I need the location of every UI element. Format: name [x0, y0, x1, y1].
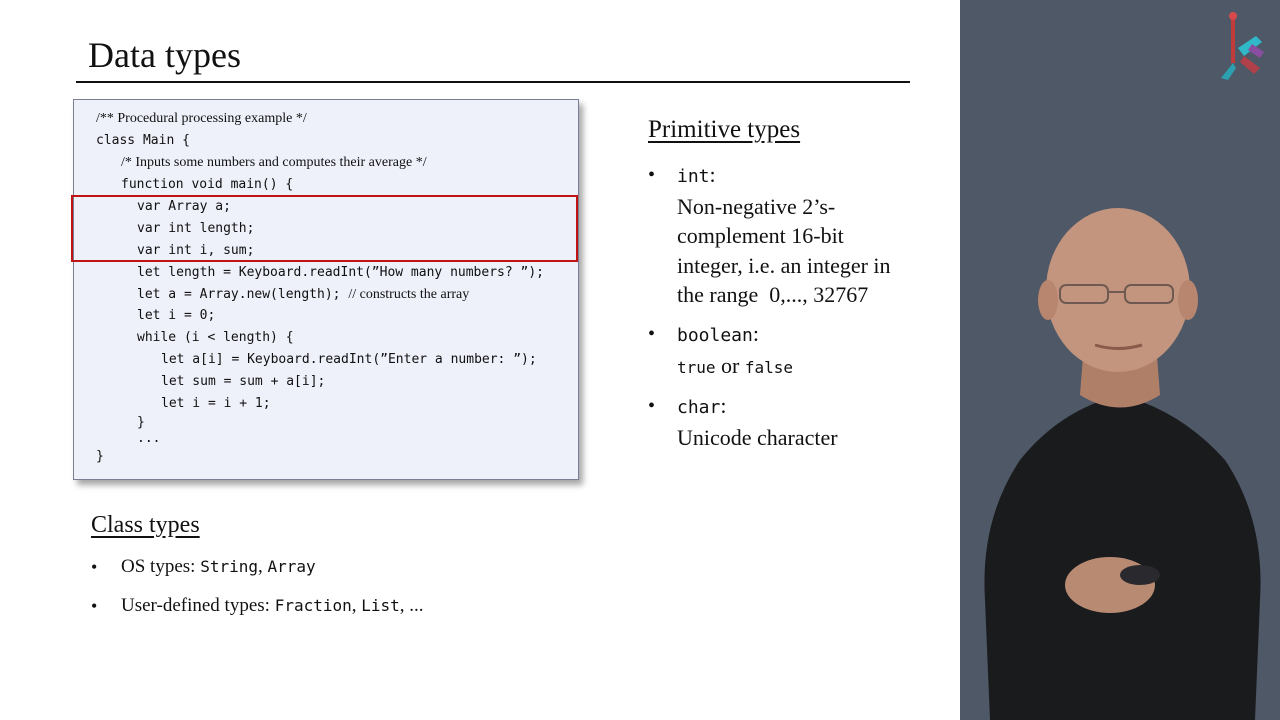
title-divider — [76, 81, 910, 83]
code-line-17: } — [96, 449, 104, 464]
code-line-12: let a[i] = Keyboard.readInt(”Enter a num… — [161, 352, 537, 367]
char-item: char: Unicode character — [677, 391, 927, 452]
class-types-heading: Class types — [91, 512, 200, 538]
slide-title: Data types — [88, 35, 241, 75]
char-colon: : — [720, 393, 727, 418]
boolean-type-line: boolean: — [677, 319, 927, 351]
boolean-values: true or false — [677, 351, 927, 383]
code-line-8: let length = Keyboard.readInt(”How many … — [137, 265, 544, 280]
user-types-more: , ... — [399, 595, 424, 616]
course-logo-icon — [1221, 12, 1264, 80]
code-line-13: let sum = sum + a[i]; — [161, 374, 326, 389]
boolean-item: boolean: true or false — [677, 319, 927, 382]
os-types-item: OS types: String, Array — [121, 556, 316, 578]
bullet-os-types: • — [91, 557, 98, 577]
code-line-16: ... — [137, 431, 161, 446]
code-line-10: let i = 0; — [137, 308, 216, 323]
code-line-14: let i = i + 1; — [161, 396, 271, 411]
code-line-1: /** Procedural processing example */ — [96, 111, 307, 126]
code-line-2: class Main { — [96, 133, 190, 148]
int-desc-4: the range 0,..., 32767 — [677, 282, 869, 307]
boolean-true: true — [677, 357, 716, 377]
user-types-label: User-defined types: — [121, 595, 275, 616]
user-type-fraction: Fraction — [274, 596, 352, 615]
presenter-video — [984, 208, 1261, 720]
code-line-9-code: let a = Array.new(length); — [137, 287, 341, 302]
os-type-array: Array — [267, 557, 316, 576]
boolean-or: or — [715, 352, 745, 378]
code-line-9: let a = Array.new(length); // constructs… — [137, 287, 469, 303]
user-types-item: User-defined types: Fraction, List, ... — [121, 595, 424, 617]
code-line-4: function void main() { — [121, 177, 294, 192]
os-types-label: OS types: — [121, 556, 201, 577]
boolean-colon: : — [752, 321, 759, 346]
user-type-list: List — [361, 596, 400, 615]
int-item: int: Non-negative 2’s- complement 16-bit… — [677, 160, 927, 310]
primitive-types-heading: Primitive types — [648, 116, 801, 143]
code-block: /** Procedural processing example */ cla… — [73, 99, 579, 480]
char-type-line: char: — [677, 391, 927, 423]
int-desc-2: complement 16-bit — [677, 223, 844, 248]
int-desc-3: integer, i.e. an integer in — [677, 252, 891, 278]
bullet-user-types: • — [91, 596, 98, 616]
int-type-line: int: — [677, 160, 927, 192]
bullet-boolean: • — [648, 323, 656, 345]
code-line-3: /* Inputs some numbers and computes thei… — [121, 155, 427, 170]
boolean-type-name: boolean — [677, 325, 753, 346]
char-desc: Unicode character — [677, 424, 838, 450]
user-types-comma: , — [351, 595, 362, 616]
slide: Data types /** Procedural processing exa… — [0, 0, 960, 720]
int-type-name: int — [677, 166, 710, 187]
code-line-15: } — [137, 415, 145, 430]
code-line-11: while (i < length) { — [137, 330, 294, 345]
code-line-9-comment: // constructs the array — [348, 287, 470, 302]
char-type-name: char — [677, 397, 721, 418]
bullet-char: • — [648, 395, 656, 417]
variable-declarations-highlight — [71, 195, 578, 262]
os-type-string: String — [200, 557, 258, 576]
int-desc-1: Non-negative 2’s- — [677, 193, 836, 219]
boolean-false: false — [744, 357, 794, 377]
bullet-int: • — [648, 164, 656, 186]
int-colon: : — [709, 162, 716, 187]
